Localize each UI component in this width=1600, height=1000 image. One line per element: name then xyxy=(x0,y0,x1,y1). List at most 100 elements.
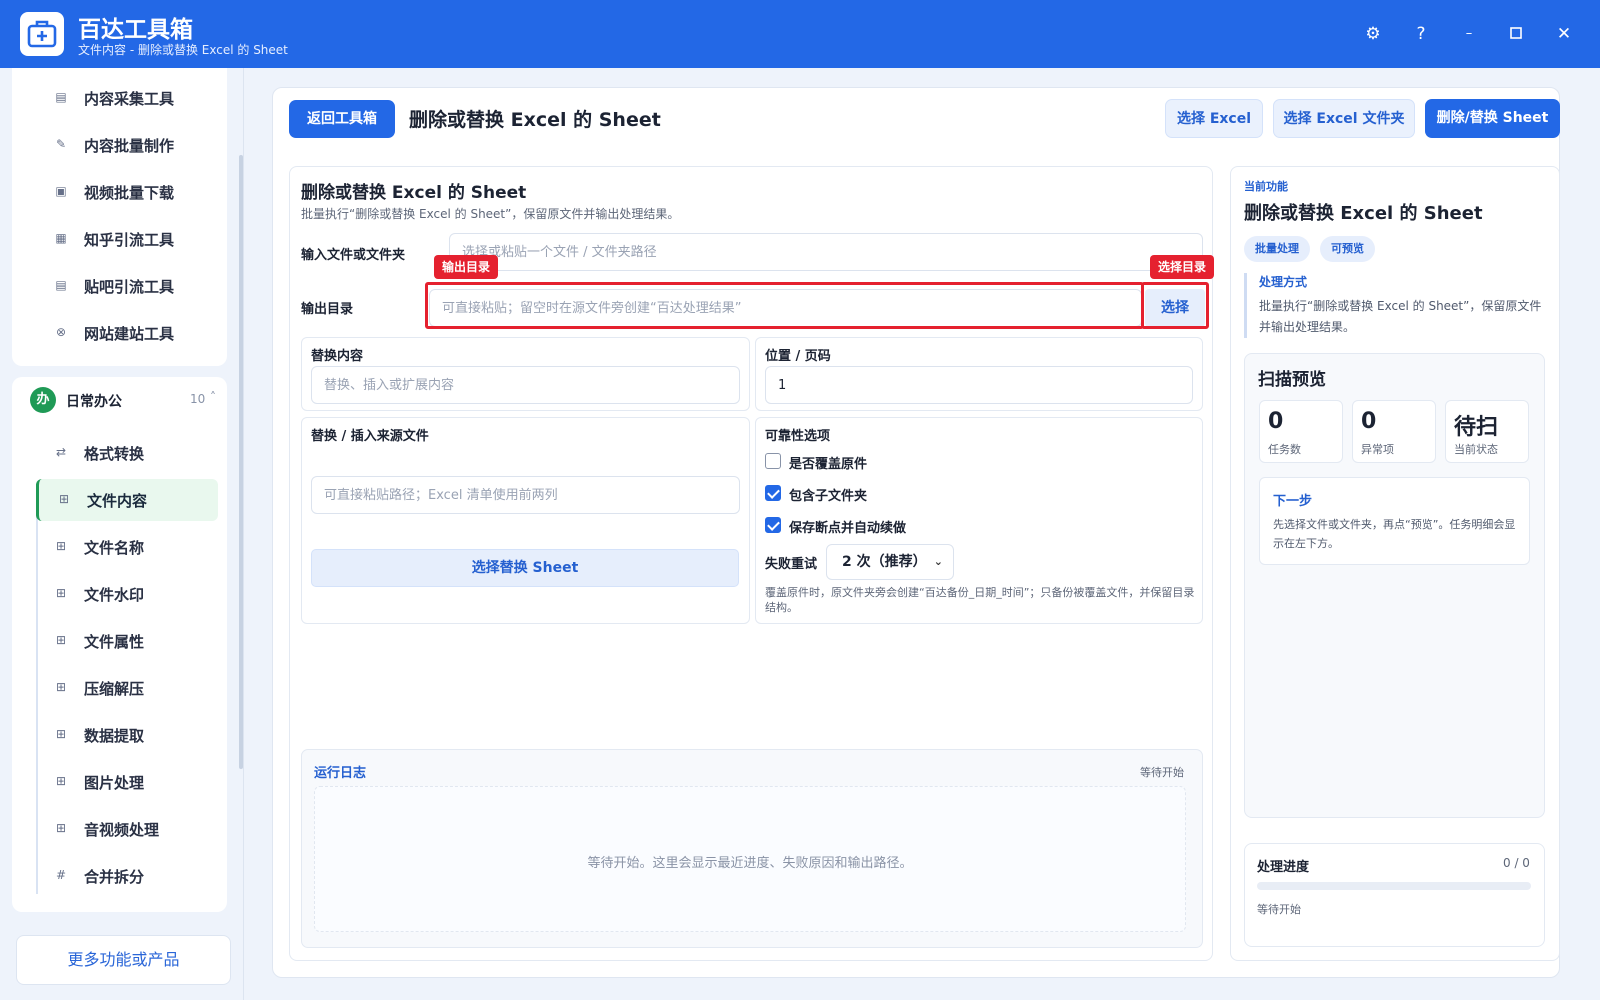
app-subtitle: 文件内容 - 删除或替换 Excel 的 Sheet xyxy=(78,43,288,57)
subfolder-checkbox[interactable] xyxy=(765,485,781,501)
close-icon[interactable]: ✕ xyxy=(1550,20,1578,48)
method-text: 批量执行“删除或替换 Excel 的 Sheet”，保留原文件并输出处理结果。 xyxy=(1259,299,1542,334)
back-button[interactable]: 返回工具箱 xyxy=(289,100,395,138)
sidebar-group-header[interactable]: 办 日常办公 10 ˄ xyxy=(18,381,223,419)
stat-label: 当前状态 xyxy=(1454,443,1498,456)
reliability-label: 可靠性选项 xyxy=(765,429,831,444)
sidebar-item-website[interactable]: ⊗ 网站建站工具 xyxy=(36,312,218,354)
resume-checkbox[interactable] xyxy=(765,517,781,533)
grid-icon: ⊞ xyxy=(58,492,70,506)
sidebar-item-label: 音视频处理 xyxy=(84,821,160,839)
progress-title: 处理进度 xyxy=(1257,860,1310,875)
app-title: 百达工具箱 xyxy=(78,17,193,43)
sidebar-item-file-content[interactable]: ⊞ 文件内容 xyxy=(36,479,218,521)
sidebar-item-collect[interactable]: ▤ 内容采集工具 xyxy=(36,77,218,119)
position-field[interactable] xyxy=(765,366,1193,404)
sidebar-item-merge-split[interactable]: # 合并拆分 xyxy=(36,855,218,897)
output-highlight-tag: 输出目录 xyxy=(434,255,499,279)
sidebar-item-label: 文件水印 xyxy=(84,586,145,604)
subfolder-label: 包含子文件夹 xyxy=(789,489,868,504)
sidebar-item-label: 合并拆分 xyxy=(84,868,145,886)
next-step-card: 下一步 先选择文件或文件夹，再点“预览”。任务明细会显示在左下方。 xyxy=(1259,477,1530,565)
choose-sheet-button[interactable]: 选择替换 Sheet xyxy=(311,549,739,587)
overwrite-checkbox[interactable] xyxy=(765,453,781,469)
output-highlight-box xyxy=(425,282,1144,329)
sidebar-item-batch-make[interactable]: ✎ 内容批量制作 xyxy=(36,124,218,166)
scan-preview-title: 扫描预览 xyxy=(1258,370,1326,390)
stat-task-count: 0 任务数 xyxy=(1259,400,1343,463)
retry-select[interactable]: 2 次（推荐） ⌄ xyxy=(826,544,954,580)
sidebar-item-zhihu[interactable]: ▦ 知乎引流工具 xyxy=(36,218,218,260)
minimize-icon[interactable]: – xyxy=(1455,20,1483,48)
help-icon[interactable]: ? xyxy=(1407,20,1435,48)
tieba-icon: ▤ xyxy=(55,278,67,292)
input-path-field[interactable] xyxy=(449,233,1203,271)
grid-icon: ⊞ xyxy=(55,633,67,647)
log-empty-text: 等待开始。这里会显示最近进度、失败原因和输出路径。 xyxy=(587,856,913,871)
method-block: 处理方式 批量执行“删除或替换 Excel 的 Sheet”，保留原文件并输出处… xyxy=(1244,273,1544,338)
next-step-text: 先选择文件或文件夹，再点“预览”。任务明细会显示在左下方。 xyxy=(1273,518,1516,550)
globe-icon: ⊗ xyxy=(55,325,67,339)
progress-count: 0 / 0 xyxy=(1503,856,1530,870)
grid-icon: ⊞ xyxy=(55,821,67,835)
sidebar-item-label: 格式转换 xyxy=(84,445,145,463)
page-title: 删除或替换 Excel 的 Sheet xyxy=(409,109,661,131)
more-products-button[interactable]: 更多功能或产品 xyxy=(16,935,231,985)
sidebar-item-tieba[interactable]: ▤ 贴吧引流工具 xyxy=(36,265,218,307)
sidebar-item-label: 图片处理 xyxy=(84,774,145,792)
swap-icon: ⇄ xyxy=(55,445,67,459)
resume-label: 保存断点并自动续做 xyxy=(789,521,907,536)
stat-error-count: 0 异常项 xyxy=(1352,400,1436,463)
toolbox-icon xyxy=(27,20,57,48)
source-file-card xyxy=(301,417,750,624)
sidebar-item-label: 内容采集工具 xyxy=(84,90,175,108)
maximize-icon[interactable] xyxy=(1502,20,1530,48)
sidebar-item-label: 知乎引流工具 xyxy=(84,231,175,249)
zhihu-icon: ▦ xyxy=(55,231,67,245)
chevron-down-icon: ⌄ xyxy=(933,555,943,568)
sidebar-item-file-name[interactable]: ⊞ 文件名称 xyxy=(36,526,218,568)
pen-icon: ✎ xyxy=(55,137,67,151)
grid-icon: ⊞ xyxy=(55,774,67,788)
current-feature-kicker: 当前功能 xyxy=(1244,180,1288,193)
stat-label: 异常项 xyxy=(1361,443,1394,456)
sidebar-item-data-extract[interactable]: ⊞ 数据提取 xyxy=(36,714,218,756)
overwrite-label: 是否覆盖原件 xyxy=(789,457,868,472)
current-feature-title: 删除或替换 Excel 的 Sheet xyxy=(1244,203,1483,224)
group-count: 10 xyxy=(190,392,206,406)
grid-icon: ⊞ xyxy=(55,586,67,600)
form-description: 批量执行“删除或替换 Excel 的 Sheet”，保留原文件并输出处理结果。 xyxy=(301,207,680,221)
sidebar-item-compress[interactable]: ⊞ 压缩解压 xyxy=(36,667,218,709)
grid-icon: ⊞ xyxy=(55,680,67,694)
stat-current-state: 待扫 当前状态 xyxy=(1445,400,1529,463)
progress-bar xyxy=(1257,882,1531,890)
title-bar: 百达工具箱 文件内容 - 删除或替换 Excel 的 Sheet ⚙ ? – ✕ xyxy=(0,0,1600,68)
log-title: 运行日志 xyxy=(314,766,367,781)
sidebar-item-format-convert[interactable]: ⇄ 格式转换 xyxy=(36,432,218,474)
retry-value: 2 次（推荐） xyxy=(842,554,927,570)
sidebar-item-label: 文件名称 xyxy=(84,539,145,557)
sidebar-scrollbar[interactable] xyxy=(239,155,243,769)
sidebar-item-label: 视频批量下载 xyxy=(84,184,175,202)
sidebar-item-file-props[interactable]: ⊞ 文件属性 xyxy=(36,620,218,662)
gear-icon[interactable]: ⚙ xyxy=(1359,20,1387,48)
select-excel-button[interactable]: 选择 Excel xyxy=(1165,99,1263,138)
sidebar-item-image[interactable]: ⊞ 图片处理 xyxy=(36,761,218,803)
sidebar-item-label: 内容批量制作 xyxy=(84,137,175,155)
sidebar-item-label: 贴吧引流工具 xyxy=(84,278,175,296)
input-label: 输入文件或文件夹 xyxy=(301,248,406,263)
sidebar-item-video-download[interactable]: ▣ 视频批量下载 xyxy=(36,171,218,213)
source-file-field[interactable] xyxy=(311,476,740,514)
sidebar-item-label: 网站建站工具 xyxy=(84,325,175,343)
run-button[interactable]: 删除/替换 Sheet xyxy=(1425,99,1560,138)
video-download-icon: ▣ xyxy=(55,184,67,198)
sidebar-item-av[interactable]: ⊞ 音视频处理 xyxy=(36,808,218,850)
replace-content-field[interactable] xyxy=(311,366,740,404)
sidebar-item-label: 文件属性 xyxy=(84,633,145,651)
group-label: 日常办公 xyxy=(66,394,122,410)
chevron-up-icon[interactable]: ˄ xyxy=(210,390,216,404)
chip-preview: 可预览 xyxy=(1320,236,1375,262)
sidebar-item-watermark[interactable]: ⊞ 文件水印 xyxy=(36,573,218,615)
select-folder-button[interactable]: 选择 Excel 文件夹 xyxy=(1273,99,1415,138)
group-badge: 办 xyxy=(30,387,56,413)
